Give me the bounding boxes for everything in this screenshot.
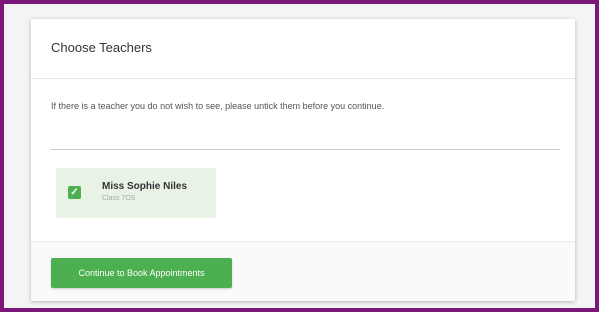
screenshot-frame: Choose Teachers If there is a teacher yo… [0, 0, 599, 312]
teacher-card-sophie-niles[interactable]: ✓ Miss Sophie Niles Class 7OS [56, 168, 216, 218]
teacher-name: Miss Sophie Niles [102, 181, 188, 192]
checkbox-checked-icon[interactable]: ✓ [68, 186, 81, 199]
instruction-text: If there is a teacher you do not wish to… [51, 101, 385, 111]
continue-to-book-appointments-button[interactable]: Continue to Book Appointments [51, 258, 232, 288]
panel-footer: Continue to Book Appointments [31, 241, 575, 301]
divider [51, 149, 560, 150]
choose-teachers-panel: Choose Teachers If there is a teacher yo… [31, 19, 575, 301]
panel-header: Choose Teachers [31, 19, 575, 79]
teacher-class: Class 7OS [102, 195, 136, 202]
panel-title: Choose Teachers [51, 40, 152, 55]
